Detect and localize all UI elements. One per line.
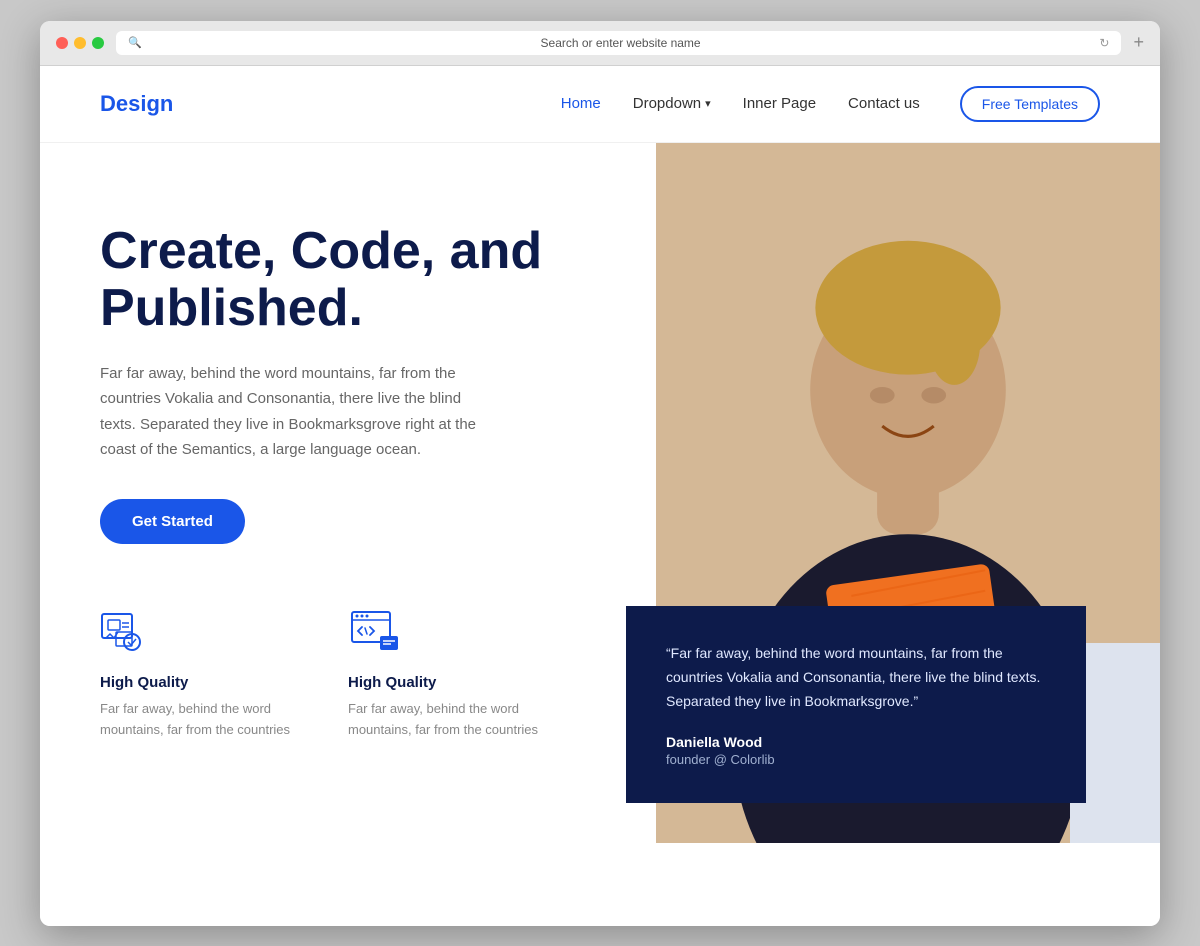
refresh-icon: ↻ bbox=[1099, 36, 1109, 50]
nav-logo[interactable]: Design bbox=[100, 91, 173, 117]
feature-item-2: High Quality Far far away, behind the wo… bbox=[348, 604, 548, 741]
testimonial-quote: “Far far away, behind the word mountains… bbox=[666, 642, 1046, 713]
browser-dots bbox=[56, 37, 104, 49]
new-tab-button[interactable]: + bbox=[1133, 32, 1144, 53]
feature-item-1: High Quality Far far away, behind the wo… bbox=[100, 604, 300, 741]
testimonial-author: Daniella Wood bbox=[666, 734, 1046, 750]
hero-description: Far far away, behind the word mountains,… bbox=[100, 361, 500, 463]
feature-title-2: High Quality bbox=[348, 674, 548, 691]
feature-desc-2: Far far away, behind the word mountains,… bbox=[348, 699, 548, 741]
feature-desc-1: Far far away, behind the word mountains,… bbox=[100, 699, 300, 741]
feature-title-1: High Quality bbox=[100, 674, 300, 691]
browser-toolbar: 🔍 Search or enter website name ↻ + bbox=[40, 21, 1160, 66]
nav-link-innerpage[interactable]: Inner Page bbox=[743, 95, 816, 112]
hero-title: Create, Code, and Published. bbox=[100, 223, 596, 337]
close-dot[interactable] bbox=[56, 37, 68, 49]
free-templates-button[interactable]: Free Templates bbox=[960, 86, 1100, 122]
features-section: High Quality Far far away, behind the wo… bbox=[100, 604, 596, 741]
website-content: Design Home Dropdown Inner Page Contact … bbox=[40, 66, 1160, 926]
navbar: Design Home Dropdown Inner Page Contact … bbox=[40, 66, 1160, 143]
nav-item-contact[interactable]: Contact us bbox=[848, 95, 920, 113]
search-icon: 🔍 bbox=[128, 36, 142, 49]
browser-window: 🔍 Search or enter website name ↻ + Desig… bbox=[40, 21, 1160, 926]
maximize-dot[interactable] bbox=[92, 37, 104, 49]
get-started-button[interactable]: Get Started bbox=[100, 499, 245, 544]
address-text: Search or enter website name bbox=[150, 36, 1092, 50]
address-bar[interactable]: 🔍 Search or enter website name ↻ bbox=[116, 31, 1121, 55]
testimonial-role: founder @ Colorlib bbox=[666, 752, 1046, 767]
design-icon bbox=[100, 604, 156, 660]
nav-link-home[interactable]: Home bbox=[561, 95, 601, 112]
nav-links: Home Dropdown Inner Page Contact us bbox=[561, 95, 920, 113]
minimize-dot[interactable] bbox=[74, 37, 86, 49]
nav-link-contact[interactable]: Contact us bbox=[848, 95, 920, 112]
nav-item-innerpage[interactable]: Inner Page bbox=[743, 95, 816, 113]
nav-link-dropdown[interactable]: Dropdown bbox=[633, 95, 711, 112]
nav-item-dropdown[interactable]: Dropdown bbox=[633, 95, 711, 112]
code-icon bbox=[348, 604, 404, 660]
hero-section: Create, Code, and Published. Far far awa… bbox=[40, 143, 1160, 843]
nav-item-home[interactable]: Home bbox=[561, 95, 601, 113]
hero-image-area: “Far far away, behind the word mountains… bbox=[656, 143, 1160, 843]
testimonial-card: “Far far away, behind the word mountains… bbox=[626, 606, 1086, 802]
hero-content: Create, Code, and Published. Far far awa… bbox=[40, 143, 656, 843]
